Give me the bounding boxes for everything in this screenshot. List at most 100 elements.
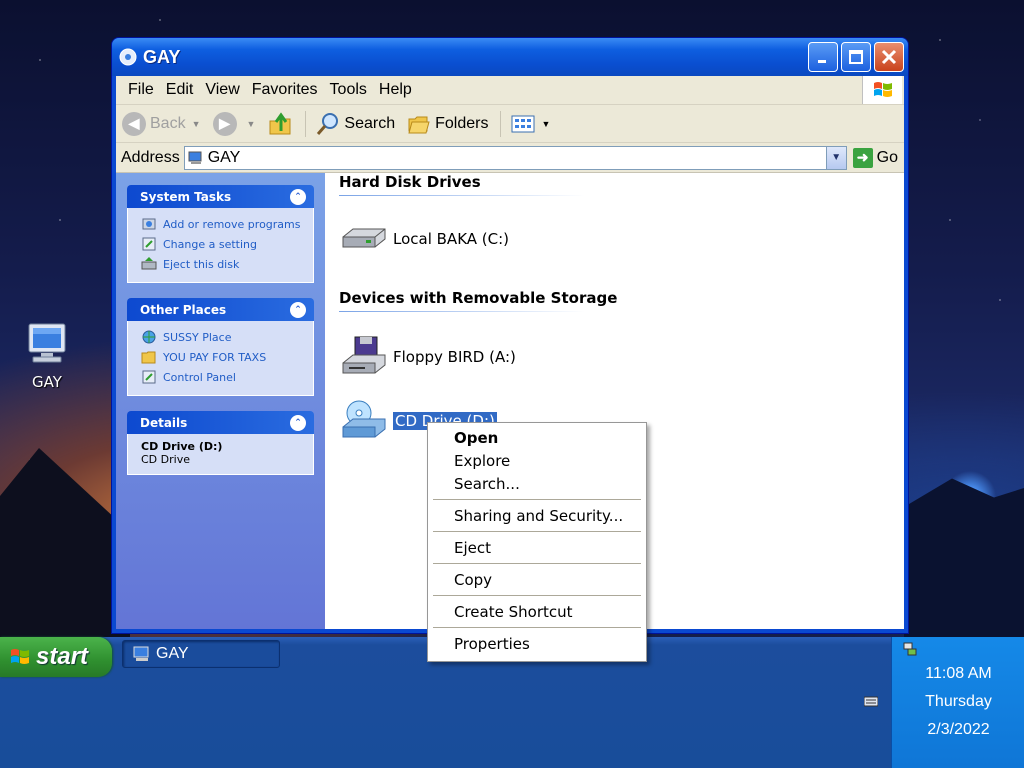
windows-logo xyxy=(862,76,902,104)
views-button[interactable]: ▼ xyxy=(511,114,550,134)
forward-button[interactable]: ▶ ▼ xyxy=(212,111,256,136)
link-label: Change a setting xyxy=(163,237,257,251)
menu-favorites[interactable]: Favorites xyxy=(246,81,324,99)
search-icon xyxy=(317,112,339,135)
close-button[interactable] xyxy=(874,42,904,72)
toolbar-separator xyxy=(500,110,502,137)
context-open[interactable]: Open xyxy=(431,426,643,449)
back-dropdown-icon[interactable]: ▼ xyxy=(192,119,201,129)
menu-divider xyxy=(433,595,641,596)
minimize-button[interactable] xyxy=(808,42,838,72)
control-panel-link[interactable]: Control Panel xyxy=(141,367,303,387)
eject-disk-link[interactable]: Eject this disk xyxy=(141,254,303,274)
change-setting-link[interactable]: Change a setting xyxy=(141,234,303,254)
back-button[interactable]: ◀ Back ▼ xyxy=(122,111,201,136)
details-item-name: CD Drive (D:) xyxy=(141,440,223,453)
context-sharing-security[interactable]: Sharing and Security... xyxy=(431,504,643,527)
window-title: GAY xyxy=(143,46,181,67)
my-computer-small-icon xyxy=(188,151,202,164)
title-bar[interactable]: GAY xyxy=(112,38,908,76)
add-remove-programs-icon xyxy=(142,218,156,230)
system-tasks-title: System Tasks xyxy=(140,189,232,204)
go-arrow-icon: ➜ xyxy=(852,147,873,168)
standard-toolbar: ◀ Back ▼ ▶ ▼ Search Folders ▼ xyxy=(116,105,904,143)
link-label: SUSSY Place xyxy=(163,330,232,344)
desktop-icon-my-computer[interactable]: GAY xyxy=(14,322,80,391)
context-create-shortcut[interactable]: Create Shortcut xyxy=(431,600,643,623)
cd-drive-icon xyxy=(342,400,386,438)
chevron-down-icon: ▼ xyxy=(831,152,842,163)
task-pane: System Tasks ⌃ Add or remove programs Ch… xyxy=(116,173,325,629)
context-properties[interactable]: Properties xyxy=(431,632,643,655)
desktop-icon-label: GAY xyxy=(32,373,62,391)
drive-label: Floppy BIRD (A:) xyxy=(393,348,516,366)
group-divider xyxy=(339,311,585,312)
folders-icon xyxy=(408,116,430,133)
system-tasks-panel: System Tasks ⌃ Add or remove programs Ch… xyxy=(127,185,314,283)
group-divider xyxy=(339,195,585,196)
drive-item-local-c[interactable]: Local BAKA (C:) xyxy=(339,217,509,261)
views-icon xyxy=(511,115,535,132)
group-header-hard-disks: Hard Disk Drives xyxy=(339,173,481,191)
menu-edit[interactable]: Edit xyxy=(160,81,200,99)
you-pay-for-taxs-link[interactable]: YOU PAY FOR TAXS xyxy=(141,347,303,367)
up-folder-button[interactable] xyxy=(267,111,293,137)
menu-help[interactable]: Help xyxy=(373,81,418,99)
hard-drive-icon xyxy=(342,228,386,248)
other-places-panel: Other Places ⌃ SUSSY Place YOU PAY FOR T… xyxy=(127,298,314,396)
address-input[interactable]: GAY ▼ xyxy=(183,145,847,170)
forward-dropdown-icon[interactable]: ▼ xyxy=(247,119,256,129)
other-places-header[interactable]: Other Places ⌃ xyxy=(127,298,314,321)
drive-label: Local BAKA (C:) xyxy=(393,230,510,248)
control-panel-icon xyxy=(142,370,156,384)
back-arrow-icon: ◀ xyxy=(122,111,146,136)
link-label: Eject this disk xyxy=(163,257,240,271)
folders-button[interactable]: Folders xyxy=(407,113,488,135)
sussy-place-link[interactable]: SUSSY Place xyxy=(141,327,303,347)
details-header[interactable]: Details ⌃ xyxy=(127,411,314,434)
maximize-button[interactable] xyxy=(841,42,871,72)
details-title: Details xyxy=(140,415,188,430)
details-body: CD Drive (D:) CD Drive xyxy=(127,434,314,475)
close-icon xyxy=(881,49,897,65)
link-label: Add or remove programs xyxy=(163,217,301,231)
control-panel-icon xyxy=(142,237,156,251)
folder-icon xyxy=(141,351,156,364)
context-explore[interactable]: Explore xyxy=(431,449,643,472)
search-button[interactable]: Search xyxy=(316,112,395,136)
network-tray-icon[interactable] xyxy=(902,641,918,657)
clock-time[interactable]: 11:08 AM xyxy=(892,665,1024,683)
menu-file[interactable]: File xyxy=(122,81,160,99)
address-dropdown-button[interactable]: ▼ xyxy=(825,146,846,169)
keyboard-icon[interactable] xyxy=(864,695,878,707)
details-item-type: CD Drive xyxy=(141,453,190,466)
add-remove-programs-link[interactable]: Add or remove programs xyxy=(141,214,303,234)
drive-item-floppy-a[interactable]: Floppy BIRD (A:) xyxy=(339,335,516,379)
go-label: Go xyxy=(876,148,898,166)
network-places-icon xyxy=(142,330,156,344)
clock-day[interactable]: Thursday xyxy=(892,693,1024,711)
collapse-chevron-icon[interactable]: ⌃ xyxy=(290,414,306,431)
context-search[interactable]: Search... xyxy=(431,472,643,495)
link-label: Control Panel xyxy=(163,370,236,384)
minimize-icon xyxy=(818,60,826,63)
windows-flag-icon xyxy=(873,82,892,97)
menu-tools[interactable]: Tools xyxy=(324,81,373,99)
maximize-icon xyxy=(849,50,863,64)
context-copy[interactable]: Copy xyxy=(431,568,643,591)
system-tray: 11:08 AM Thursday 2/3/2022 xyxy=(891,637,1024,768)
collapse-chevron-icon[interactable]: ⌃ xyxy=(290,301,306,318)
go-button[interactable]: ➜ Go xyxy=(852,147,898,168)
start-button[interactable]: start xyxy=(0,637,112,677)
clock-date[interactable]: 2/3/2022 xyxy=(892,721,1024,739)
system-tasks-header[interactable]: System Tasks ⌃ xyxy=(127,185,314,208)
menu-bar: File Edit View Favorites Tools Help xyxy=(116,76,904,105)
menu-divider xyxy=(433,499,641,500)
menu-view[interactable]: View xyxy=(199,81,245,99)
taskbar-item-gay-window[interactable]: GAY xyxy=(122,640,280,668)
collapse-chevron-icon[interactable]: ⌃ xyxy=(290,188,306,205)
details-panel: Details ⌃ CD Drive (D:) CD Drive xyxy=(127,411,314,475)
eject-icon xyxy=(141,257,157,270)
views-dropdown-icon[interactable]: ▼ xyxy=(541,119,550,129)
context-eject[interactable]: Eject xyxy=(431,536,643,559)
